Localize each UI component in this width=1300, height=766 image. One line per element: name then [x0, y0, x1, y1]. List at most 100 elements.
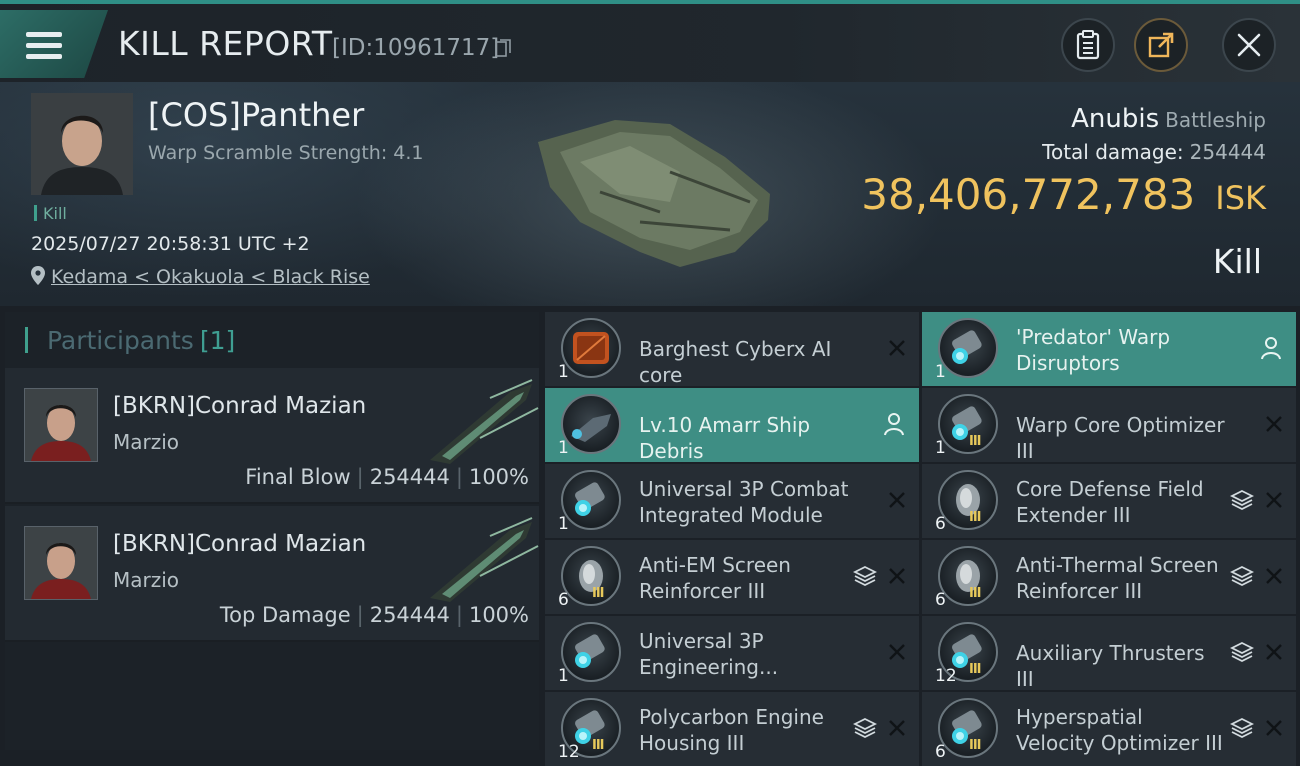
- destroyed-x-icon: [1266, 568, 1282, 584]
- stack-icon[interactable]: [1230, 716, 1254, 740]
- participant-percent: 100%: [468, 465, 529, 489]
- item-quantity: 1: [558, 666, 569, 686]
- destroyed-x-icon: [889, 568, 905, 584]
- item-tile[interactable]: III 12 Auxiliary Thrusters III: [922, 616, 1296, 691]
- participant-ship-icon: [430, 379, 539, 464]
- location-pin-icon: [31, 266, 45, 285]
- item-tile[interactable]: III 12 Polycarbon Engine Housing III: [545, 692, 919, 766]
- shield-item-icon: [938, 546, 998, 606]
- module-item-icon: [561, 470, 621, 530]
- stack-icon[interactable]: [853, 564, 877, 588]
- clipboard-icon: [1076, 30, 1100, 60]
- participant-name[interactable]: [BKRN]Conrad Mazian: [113, 531, 366, 557]
- item-tile[interactable]: 1 Universal 3P Engineering...: [545, 616, 919, 690]
- stack-icon[interactable]: [1230, 564, 1254, 588]
- destroyed-x-icon: [889, 720, 905, 736]
- victim-portrait[interactable]: [31, 93, 133, 195]
- item-name: Hyperspatial Velocity Optimizer III: [1016, 705, 1223, 755]
- destroyed-x-icon: [1266, 492, 1282, 508]
- page-title: KILL REPORT: [118, 24, 333, 63]
- item-name: 'Predator' Warp Disruptors: [1016, 325, 1171, 375]
- item-tile[interactable]: 1 'Predator' Warp Disruptors: [922, 312, 1296, 386]
- grade-badge: III: [592, 738, 604, 753]
- menu-icon: [26, 32, 62, 60]
- item-tile[interactable]: 1 Lv.10 Amarr Ship Debris: [545, 388, 919, 463]
- participant-damage: 254444: [369, 465, 450, 489]
- item-tile[interactable]: III 1 Warp Core Optimizer III: [922, 388, 1296, 463]
- item-name: Universal 3P Engineering...: [639, 629, 779, 679]
- item-quantity: 12: [935, 666, 957, 686]
- report-id: [ID:10961717]: [332, 35, 500, 61]
- destroyed-x-icon: [1266, 644, 1282, 660]
- participant-damage: 254444: [369, 603, 450, 627]
- isk-unit: ISK: [1215, 179, 1266, 217]
- stack-icon[interactable]: [1230, 488, 1254, 512]
- module-item-icon: [938, 394, 998, 454]
- item-tile[interactable]: III 6 Hyperspatial Velocity Optimizer III: [922, 692, 1296, 766]
- total-damage-label: Total damage:: [1042, 140, 1184, 164]
- item-quantity: 6: [935, 590, 946, 610]
- share-button[interactable]: [1134, 18, 1188, 72]
- item-quantity: 12: [558, 742, 580, 762]
- isk-value: 38,406,772,783: [861, 170, 1196, 219]
- item-quantity: 1: [558, 362, 569, 382]
- destroyed-x-icon: [1266, 416, 1282, 432]
- module-item-icon: [938, 698, 998, 758]
- destroyed-x-icon: [889, 340, 905, 356]
- top-bar: KILL REPORT [ID:10961717]: [0, 0, 1300, 82]
- kill-location[interactable]: Kedama < Okakuola < Black Rise: [31, 266, 370, 288]
- item-name: Anti-Thermal Screen Reinforcer III: [1016, 553, 1219, 603]
- kill-tag: Kill: [34, 204, 67, 223]
- participant-role: Final Blow: [245, 465, 351, 489]
- avatar[interactable]: [24, 388, 98, 462]
- menu-button[interactable]: [0, 10, 108, 78]
- result-label: Kill: [1212, 242, 1262, 281]
- clipboard-button[interactable]: [1061, 18, 1115, 72]
- participant-stats: Final Blow | 254444 | 100%: [245, 465, 529, 489]
- item-tile[interactable]: 1 Universal 3P Combat Integrated Module: [545, 464, 919, 538]
- item-name: Universal 3P Combat Integrated Module: [639, 477, 849, 527]
- item-name: Warp Core Optimizer III: [1016, 413, 1225, 463]
- victim-name[interactable]: [COS]Panther: [148, 96, 364, 134]
- total-damage: Total damage: 254444: [1042, 140, 1266, 164]
- participant-name[interactable]: [BKRN]Conrad Mazian: [113, 393, 366, 419]
- shield-item-icon: [938, 470, 998, 530]
- participant-card[interactable]: [BKRN]Conrad Mazian Marzio Final Blow | 25…: [5, 368, 539, 504]
- debris-item-icon: [561, 394, 621, 454]
- item-quantity: 1: [558, 514, 569, 534]
- item-tile[interactable]: III 6 Anti-Thermal Screen Reinforcer III: [922, 540, 1296, 614]
- ship-image: [538, 120, 770, 267]
- person-icon: [1261, 337, 1281, 360]
- grade-badge: III: [969, 738, 981, 753]
- participants-panel: Participants [1] [BKRN]Conrad Mazian Marz…: [5, 312, 539, 750]
- avatar[interactable]: [24, 526, 98, 600]
- item-name: Barghest Cyberx AI core: [639, 337, 832, 387]
- stack-icon[interactable]: [853, 716, 877, 740]
- grade-badge: III: [592, 586, 604, 601]
- participant-ship-icon: [430, 517, 539, 602]
- item-quantity: 1: [935, 438, 946, 458]
- participants-count: [1]: [199, 326, 236, 355]
- ship-class: Battleship: [1165, 108, 1266, 132]
- participant-role: Top Damage: [219, 603, 351, 627]
- item-quantity: 1: [558, 438, 569, 458]
- item-name: Polycarbon Engine Housing III: [639, 705, 824, 755]
- destroyed-x-icon: [1266, 720, 1282, 736]
- item-tile[interactable]: III 6 Core Defense Field Extender III: [922, 464, 1296, 538]
- copy-icon[interactable]: [495, 39, 511, 57]
- participants-label: Participants: [46, 326, 194, 355]
- item-tile[interactable]: 1 Barghest Cyberx AI core: [545, 312, 919, 387]
- victim-panel: [COS]Panther Warp Scramble Strength: 4.1…: [0, 82, 1300, 306]
- stack-icon[interactable]: [1230, 640, 1254, 664]
- item-quantity: 1: [935, 362, 946, 382]
- module-item-icon: [938, 318, 998, 378]
- item-tile[interactable]: III 6 Anti-EM Screen Reinforcer III: [545, 540, 919, 614]
- participant-card[interactable]: [BKRN]Conrad Mazian Marzio Top Damage | 25…: [5, 506, 539, 642]
- participant-corp: Marzio: [113, 568, 180, 592]
- warp-scramble-strength: Warp Scramble Strength: 4.1: [148, 142, 424, 164]
- item-quantity: 6: [935, 514, 946, 534]
- ship-name[interactable]: Anubis: [1071, 104, 1159, 134]
- destroyed-x-icon: [889, 492, 905, 508]
- close-button[interactable]: [1222, 18, 1276, 72]
- location-link[interactable]: Kedama < Okakuola < Black Rise: [51, 266, 370, 288]
